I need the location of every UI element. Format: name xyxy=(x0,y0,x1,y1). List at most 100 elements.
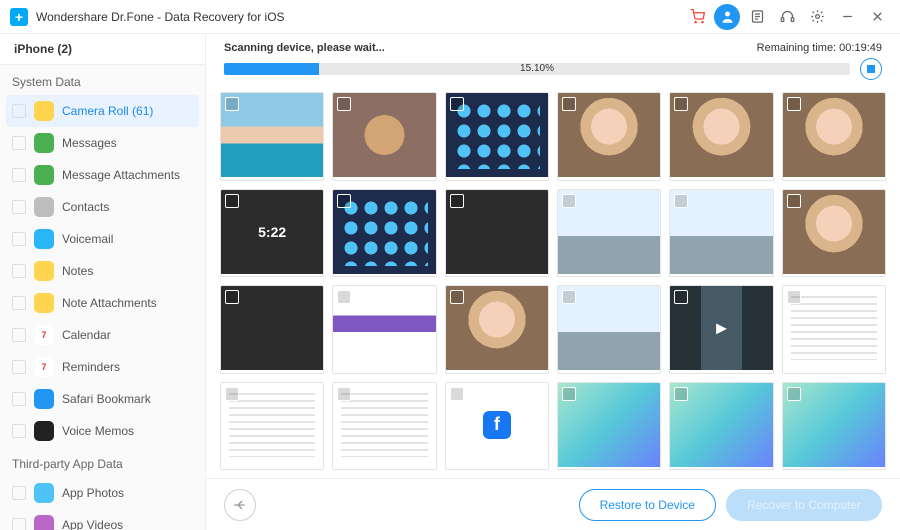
feedback-icon[interactable] xyxy=(744,4,770,30)
thumbnail-checkbox[interactable] xyxy=(787,97,801,111)
thumbnail[interactable]: 52A04D8...A..HEIC xyxy=(332,92,436,181)
headset-icon[interactable] xyxy=(774,4,800,30)
checkbox[interactable] xyxy=(12,168,26,182)
user-icon[interactable] xyxy=(714,4,740,30)
category-icon xyxy=(34,389,54,409)
thumbnail[interactable]: IMG_0009.PNG xyxy=(669,189,773,278)
thumbnail[interactable]: IMG_0010.PNG xyxy=(782,189,886,278)
checkbox[interactable] xyxy=(12,264,26,278)
category-icon: 7 xyxy=(34,325,54,345)
thumbnail[interactable] xyxy=(220,382,324,471)
thumbnail[interactable]: IMG_0014.MP4 xyxy=(220,92,324,181)
thumbnail-checkbox[interactable] xyxy=(787,194,801,208)
thumbnail-checkbox[interactable] xyxy=(674,387,688,401)
thumbnail-label xyxy=(446,467,548,471)
close-icon[interactable] xyxy=(864,4,890,30)
thumbnail[interactable]: IMG_0013.JPG xyxy=(445,285,549,374)
thumbnail[interactable]: IMG_0003.HEIC xyxy=(557,92,661,181)
thumbnail-checkbox[interactable] xyxy=(787,387,801,401)
thumbnail-checkbox[interactable] xyxy=(450,194,464,208)
checkbox[interactable] xyxy=(12,136,26,150)
thumbnail-checkbox[interactable] xyxy=(225,387,239,401)
thumbnail-checkbox[interactable] xyxy=(225,97,239,111)
cart-icon[interactable] xyxy=(684,4,710,30)
checkbox[interactable] xyxy=(12,424,26,438)
sidebar-item[interactable]: Note Attachments xyxy=(0,287,205,319)
sidebar-item[interactable]: Voice Memos xyxy=(0,415,205,447)
thumbnail[interactable]: IMG_0011.PNG xyxy=(220,285,324,374)
gear-icon[interactable] xyxy=(804,4,830,30)
thumbnail-checkbox[interactable] xyxy=(562,290,576,304)
thumbnail-label xyxy=(783,467,885,471)
thumbnail-checkbox[interactable] xyxy=(674,290,688,304)
sidebar-item[interactable]: Message Attachments xyxy=(0,159,205,191)
thumbnail[interactable]: 170214...8..PNG xyxy=(782,285,886,374)
thumbnail-checkbox[interactable] xyxy=(674,194,688,208)
thumbnail-checkbox[interactable] xyxy=(450,387,464,401)
progress-area: Scanning device, please wait... Remainin… xyxy=(206,34,900,84)
sidebar-item[interactable]: Messages xyxy=(0,127,205,159)
thumbnail[interactable]: IMG_0004.HEIC xyxy=(669,92,773,181)
category-icon xyxy=(34,229,54,249)
thumbnail-checkbox[interactable] xyxy=(450,97,464,111)
thumbnail-checkbox[interactable] xyxy=(225,290,239,304)
restore-button[interactable]: Restore to Device xyxy=(579,489,716,521)
thumbnail[interactable]: IMG_0006.PNG xyxy=(332,189,436,278)
thumbnail-checkbox[interactable] xyxy=(562,387,576,401)
sidebar-item[interactable]: 7Reminders xyxy=(0,351,205,383)
sidebar-item[interactable]: App Videos xyxy=(0,509,205,530)
checkbox[interactable] xyxy=(12,392,26,406)
checkbox[interactable] xyxy=(12,486,26,500)
thumbnail-checkbox[interactable] xyxy=(562,194,576,208)
thumbnail[interactable] xyxy=(669,382,773,471)
checkbox[interactable] xyxy=(12,296,26,310)
thumbnail-label xyxy=(558,467,660,471)
checkbox[interactable] xyxy=(12,518,26,530)
thumbnail-checkbox[interactable] xyxy=(225,194,239,208)
thumbnail[interactable]: IMG_0005.MOV xyxy=(782,92,886,181)
thumbnail-checkbox[interactable] xyxy=(562,97,576,111)
device-name[interactable]: iPhone (2) xyxy=(0,34,205,65)
sidebar-item[interactable]: 7Calendar xyxy=(0,319,205,351)
checkbox[interactable] xyxy=(12,360,26,374)
checkbox[interactable] xyxy=(12,328,26,342)
thumbnail[interactable] xyxy=(557,382,661,471)
thumbnail-checkbox[interactable] xyxy=(674,97,688,111)
stop-button[interactable] xyxy=(860,58,882,80)
checkbox[interactable] xyxy=(12,104,26,118)
thumbnail-checkbox[interactable] xyxy=(450,290,464,304)
category-icon xyxy=(34,483,54,503)
thumbnail[interactable] xyxy=(445,382,549,471)
sidebar-item[interactable]: Camera Roll (61) xyxy=(6,95,199,127)
thumbnail[interactable]: IMG_0007.PNG xyxy=(445,189,549,278)
thumbnail[interactable]: IMG_0012.PNG xyxy=(332,285,436,374)
thumbnail[interactable]: 5:22146865.3...8..PNG xyxy=(220,189,324,278)
thumbnail-checkbox[interactable] xyxy=(787,290,801,304)
sidebar-item[interactable]: Contacts xyxy=(0,191,205,223)
sidebar-item-label: Safari Bookmark xyxy=(62,392,151,406)
thumbnail[interactable] xyxy=(782,382,886,471)
thumbnail-checkbox[interactable] xyxy=(337,97,351,111)
thumbnail-label: IMG_0006.PNG xyxy=(333,274,435,278)
thumbnail[interactable]: IMG_0015.PNG xyxy=(557,285,661,374)
minimize-icon[interactable] xyxy=(834,4,860,30)
sidebar-item[interactable]: Notes xyxy=(0,255,205,287)
sidebar-item[interactable]: Voicemail xyxy=(0,223,205,255)
thumbnail[interactable] xyxy=(332,382,436,471)
sidebar-item[interactable]: App Photos xyxy=(0,477,205,509)
thumbnail[interactable]: IMG_0008.JPG xyxy=(557,189,661,278)
thumbnail[interactable]: IMG_0016.PNG xyxy=(669,285,773,374)
thumbnail-label: IMG_0007.PNG xyxy=(446,274,548,278)
checkbox[interactable] xyxy=(12,200,26,214)
scan-message: Scanning device, please wait... xyxy=(224,42,385,54)
progress-percent: 15.10% xyxy=(520,63,554,75)
thumbnail-checkbox[interactable] xyxy=(337,194,351,208)
checkbox[interactable] xyxy=(12,232,26,246)
thumbnail-checkbox[interactable] xyxy=(337,387,351,401)
recover-button[interactable]: Recover to Computer xyxy=(726,489,882,521)
thumbnail-label: 170214...8..PNG xyxy=(783,370,885,374)
thumbnail-checkbox[interactable] xyxy=(337,290,351,304)
thumbnail[interactable]: IMG_0001.PNG xyxy=(445,92,549,181)
back-button[interactable] xyxy=(224,489,256,521)
sidebar-item[interactable]: Safari Bookmark xyxy=(0,383,205,415)
